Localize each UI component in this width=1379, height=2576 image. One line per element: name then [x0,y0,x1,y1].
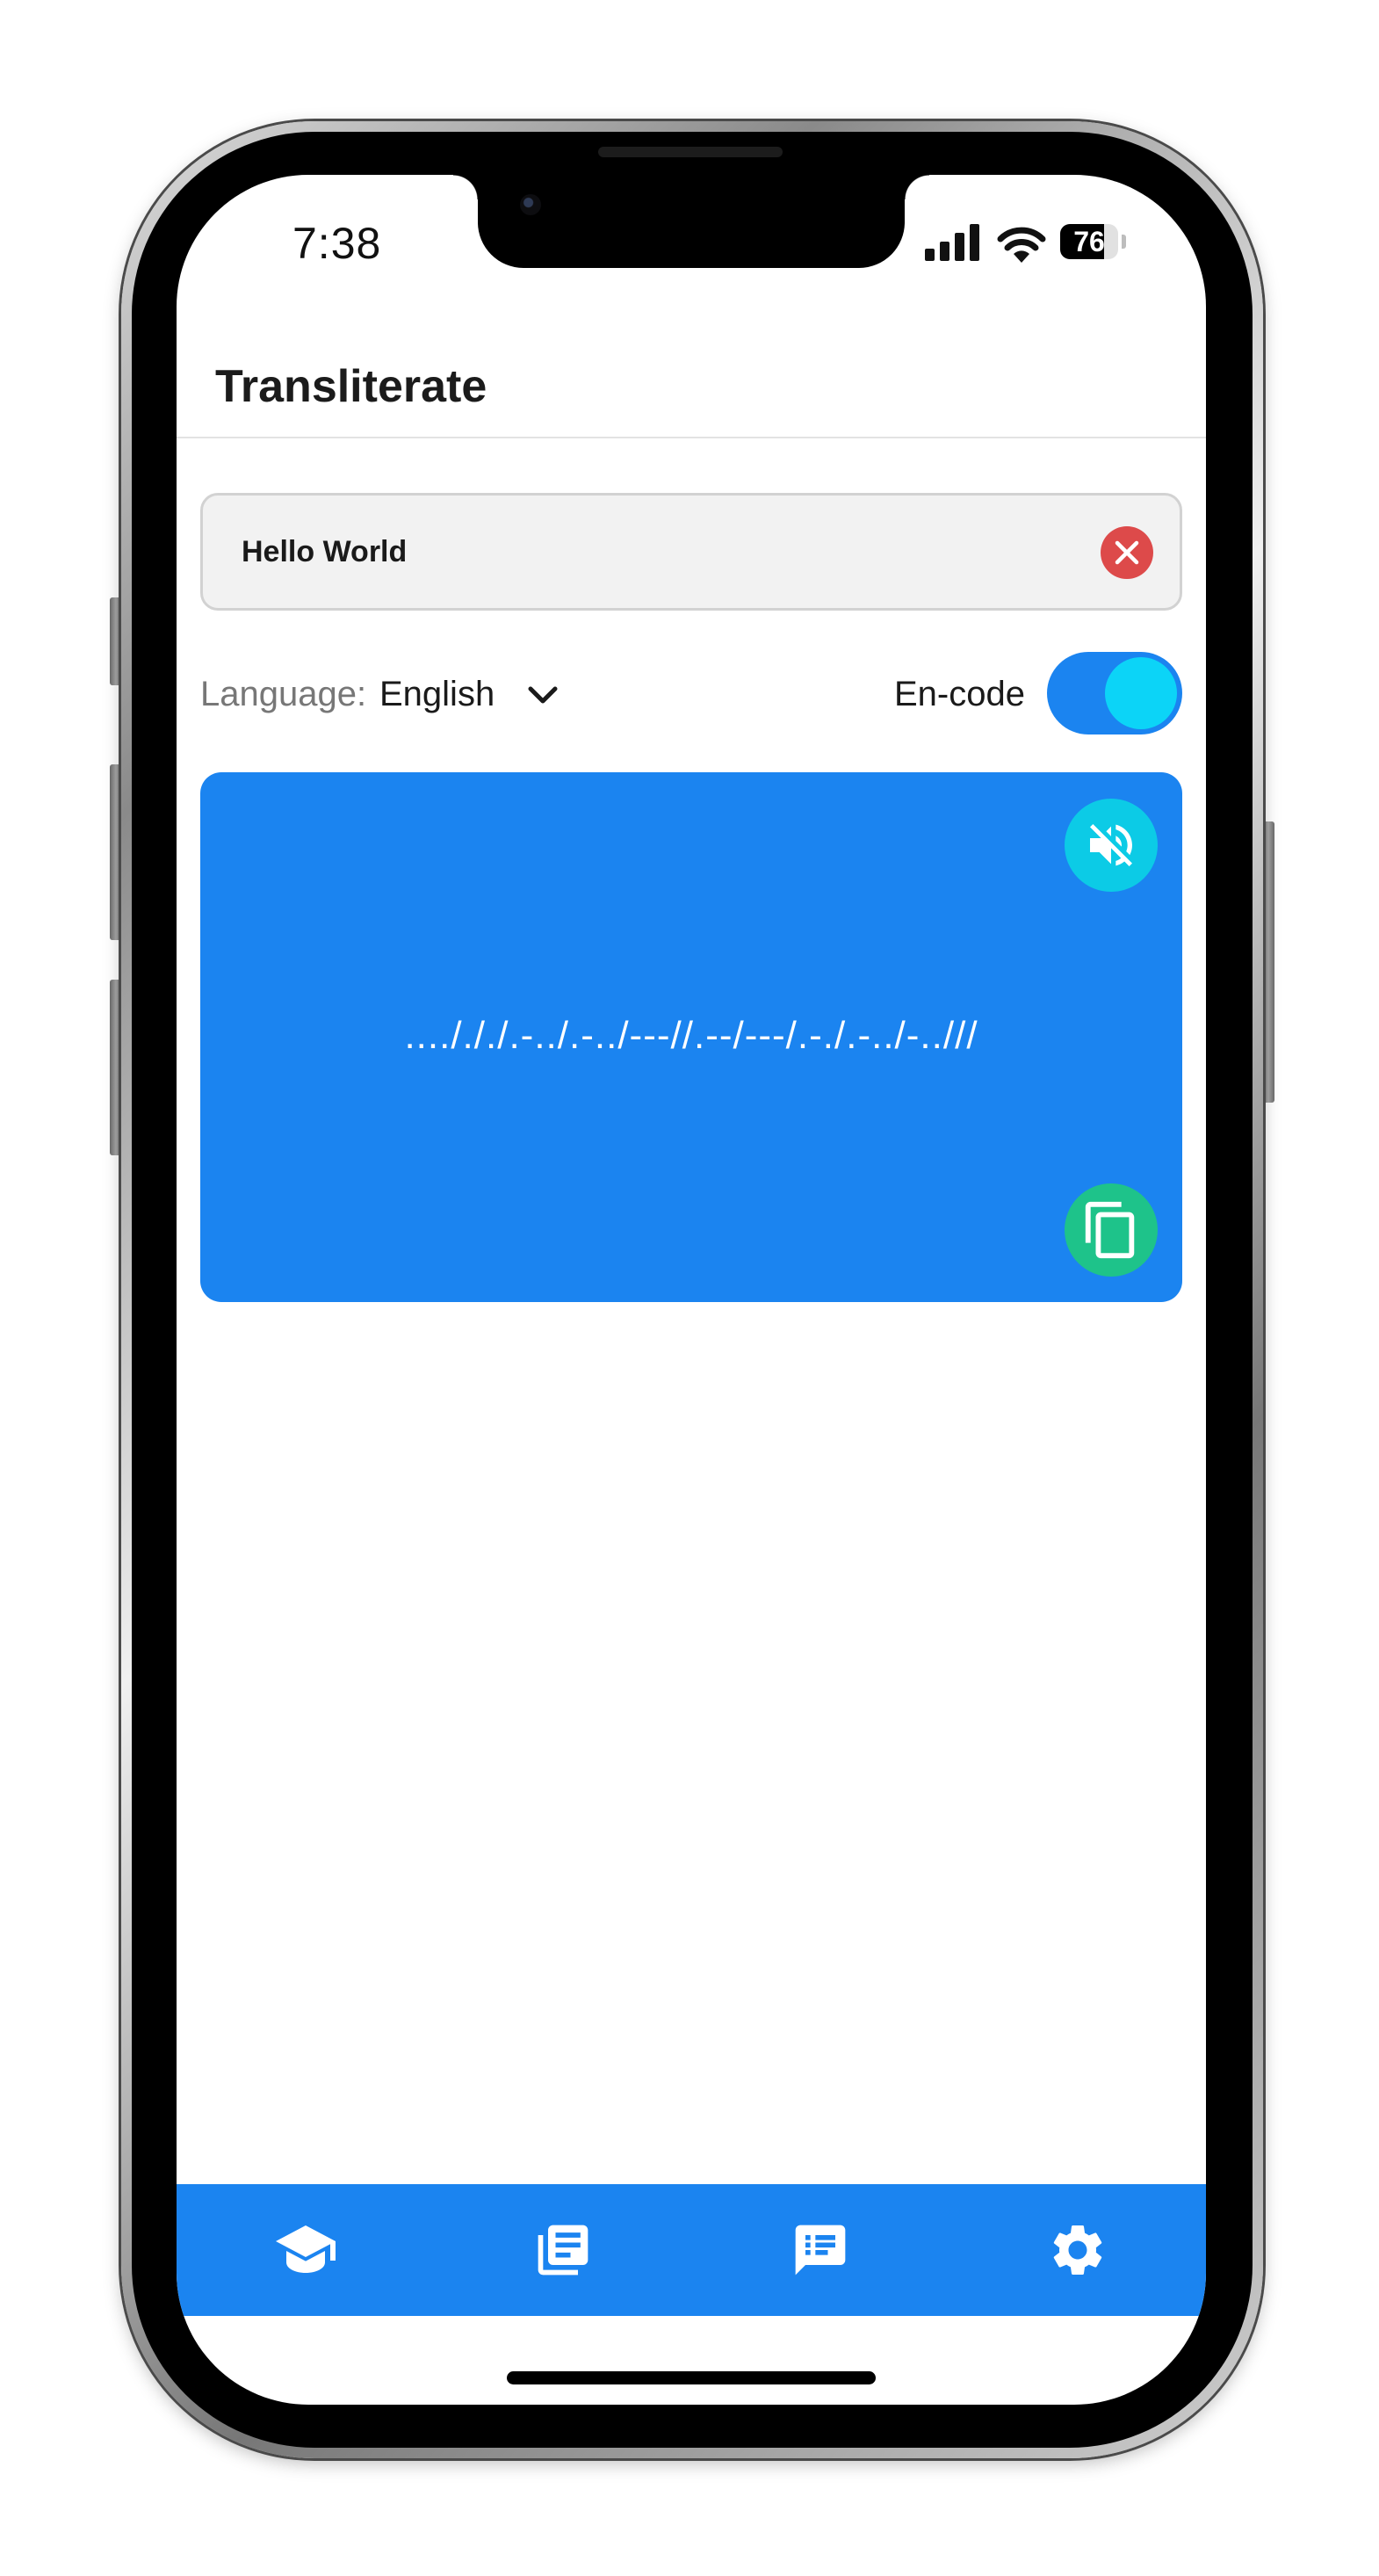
signal-bars-icon [925,224,979,261]
battery-nub [1122,235,1126,249]
close-icon [1115,540,1139,565]
status-time: 7:38 [292,219,382,268]
chevron-down-icon[interactable] [525,677,560,713]
volume-up-button [110,764,122,940]
wifi-icon [997,227,1046,263]
speaker-grille [598,147,783,157]
toggle-knob [1105,657,1177,729]
text-input[interactable] [242,522,1032,582]
phone-screen: 7:38 76 Transliterate Hello World Langua… [177,175,1206,2405]
action-button [110,597,122,685]
app-header: Transliterate [177,329,1206,438]
nav-item-messages[interactable] [759,2184,882,2316]
output-text: ..../././.-../.-../---//.--/---/.-./.-..… [404,1014,978,1057]
newspaper-icon [538,2225,588,2276]
nav-item-learn[interactable] [244,2184,367,2316]
volume-off-icon [1090,824,1132,866]
chat-list-icon [795,2225,846,2276]
power-button [1262,821,1274,1103]
language-row: Language: English En-code [200,649,1182,737]
volume-down-button [110,980,122,1155]
clear-button[interactable] [1101,526,1153,579]
gear-icon [1053,2225,1102,2275]
page-title: Transliterate [215,361,487,412]
battery-icon: 76 [1060,224,1118,259]
front-camera [520,194,541,215]
encode-toggle[interactable] [1047,652,1182,734]
bottom-nav [177,2184,1206,2316]
copy-icon [1085,1201,1135,1259]
home-indicator [507,2371,876,2384]
copy-button[interactable] [1065,1183,1158,1277]
encode-toggle-label: En-code [894,675,1025,713]
language-select-value[interactable]: English [379,674,495,714]
graduation-cap-icon [276,2225,336,2273]
mute-button[interactable] [1065,799,1158,892]
language-label: Language: [200,675,367,713]
battery-level: 76 [1073,226,1105,257]
device-mockup: 7:38 76 Transliterate Hello World Langua… [0,0,1379,2576]
output-card: ..../././.-../.-../---//.--/---/.-./.-..… [200,772,1182,1302]
nav-item-articles[interactable] [502,2184,625,2316]
notch [453,175,929,268]
status-icons: 76 [925,224,1144,264]
nav-item-settings[interactable] [1016,2184,1139,2316]
text-input-container [200,493,1182,611]
